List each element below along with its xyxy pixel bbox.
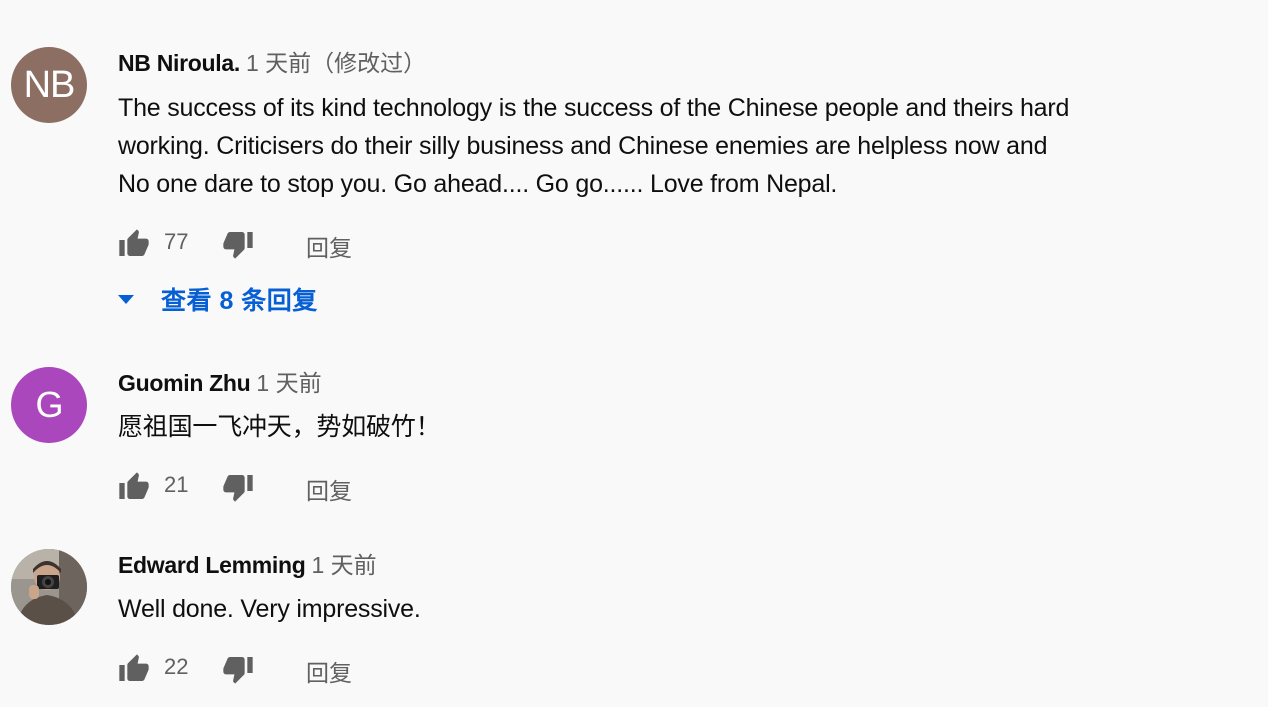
thumbs-up-icon <box>119 654 149 681</box>
comment-timestamp[interactable]: 1 天前 <box>312 552 377 578</box>
reply-button[interactable]: 回复 <box>306 654 352 688</box>
dislike-button[interactable] <box>220 470 256 504</box>
thumbs-up-icon <box>119 472 149 499</box>
avatar[interactable] <box>11 549 87 625</box>
comment-timestamp[interactable]: 1 天前（修改过） <box>246 50 426 76</box>
dislike-button[interactable] <box>220 227 256 261</box>
thumbs-down-icon <box>223 657 253 684</box>
like-button[interactable] <box>116 227 152 261</box>
author-name[interactable]: Guomin Zhu <box>118 370 251 396</box>
author-name[interactable]: NB Niroula. <box>118 50 240 76</box>
comment-actions: 22 回复 <box>116 652 416 686</box>
avatar[interactable]: NB <box>11 47 87 123</box>
photographer-avatar-image <box>11 549 87 625</box>
comment-text: The success of its kind technology is th… <box>118 89 1198 203</box>
comment-actions: 77 回复 <box>116 227 416 261</box>
comment-header: NB Niroula. 1 天前（修改过） <box>118 48 426 78</box>
comment-text: Well done. Very impressive. <box>118 590 1198 628</box>
like-count: 77 <box>164 229 189 254</box>
thumbs-up-icon <box>119 229 149 256</box>
comment-text-line: 愿祖国一飞冲天，势如破竹！ <box>118 413 441 441</box>
like-button[interactable] <box>116 652 152 686</box>
avatar[interactable]: G <box>11 367 87 443</box>
reply-button[interactable]: 回复 <box>306 472 352 506</box>
reply-button[interactable]: 回复 <box>306 229 352 263</box>
view-replies-button[interactable]: 查看 8 条回复 <box>117 281 318 317</box>
comment-text-line: No one dare to stop you. Go ahead.... Go… <box>118 170 838 198</box>
author-name[interactable]: Edward Lemming <box>118 552 306 578</box>
like-count: 21 <box>164 472 189 497</box>
avatar-initials: NB <box>23 63 76 106</box>
comment-text: 愿祖国一飞冲天，势如破竹！ <box>118 408 1198 446</box>
like-count: 22 <box>164 654 189 679</box>
dislike-button[interactable] <box>220 652 256 686</box>
comment-header: Guomin Zhu 1 天前 <box>118 368 322 398</box>
comment-timestamp[interactable]: 1 天前 <box>256 370 321 396</box>
comment-header: Edward Lemming 1 天前 <box>118 550 377 580</box>
view-replies-label: 查看 8 条回复 <box>161 287 318 315</box>
comment-text-line: Well done. Very impressive. <box>118 595 421 623</box>
avatar-initials: G <box>35 384 63 425</box>
like-button[interactable] <box>116 470 152 504</box>
caret-down-icon <box>118 294 134 304</box>
thumbs-down-icon <box>223 475 253 502</box>
thumbs-down-icon <box>223 232 253 259</box>
comment-text-line: The success of its kind technology is th… <box>118 94 1070 122</box>
comment-actions: 21 回复 <box>116 470 416 504</box>
comment-text-line: working. Criticisers do their silly busi… <box>118 132 1048 160</box>
